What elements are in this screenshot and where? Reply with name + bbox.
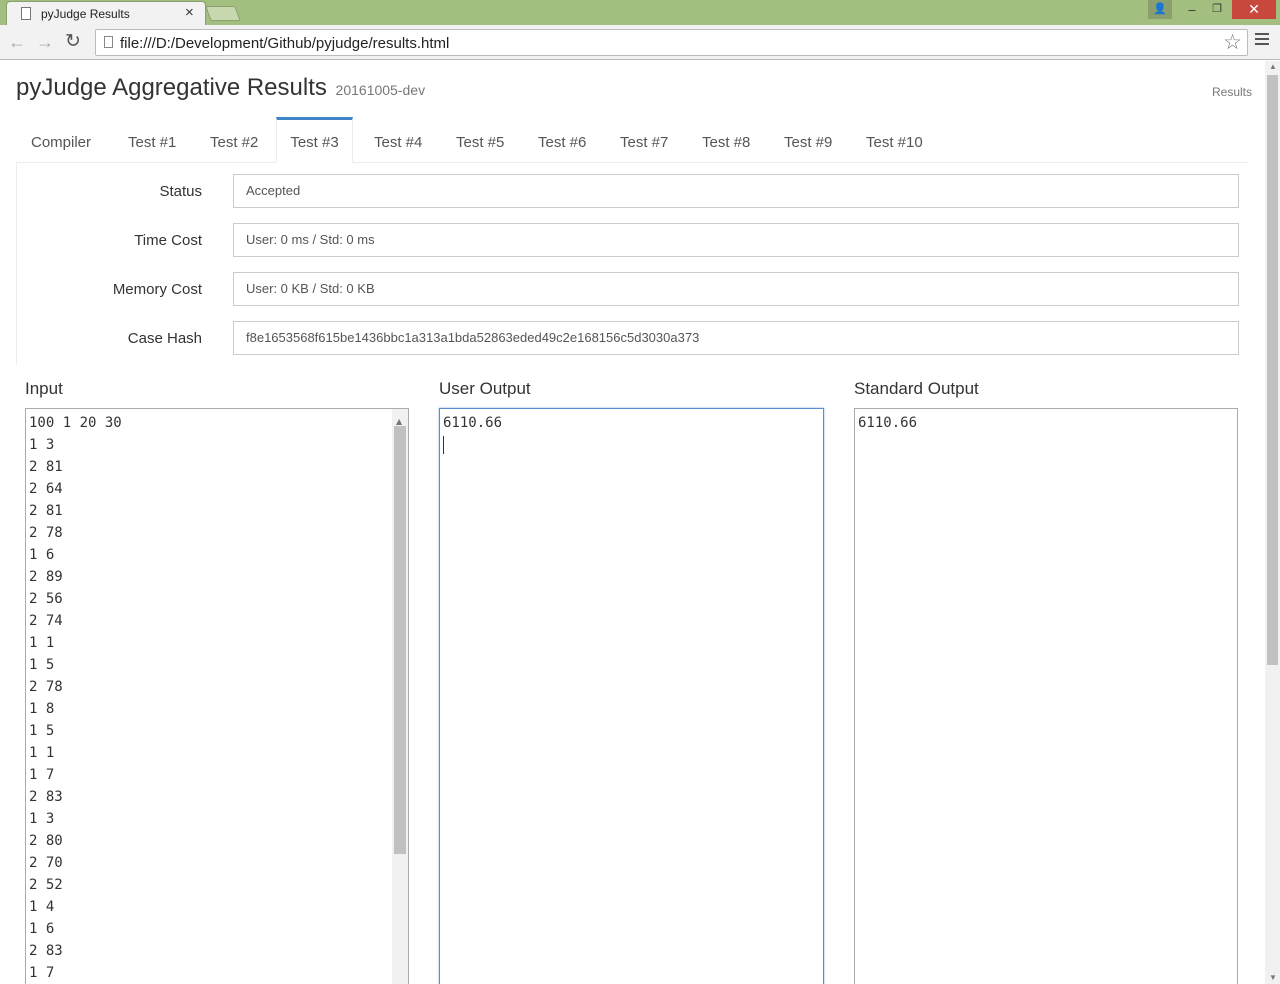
- tab-test-8[interactable]: Test #8: [702, 117, 772, 163]
- tab-test-6[interactable]: Test #6: [538, 117, 608, 163]
- input-line: 1 1: [29, 745, 55, 761]
- back-arrow-icon[interactable]: ←: [8, 32, 26, 53]
- memory-cost-label: Memory Cost: [112, 281, 202, 298]
- input-lines: 100 1 20 30 1 3 2 81 2 64 2 81 2 78 1 6 2 89 2 5…: [29, 412, 405, 984]
- input-line: 1 8: [29, 701, 55, 717]
- url-text[interactable]: file:///D:/Development/Github/pyjudge/re…: [120, 35, 449, 52]
- test-details-panel: Status Accepted Time Cost User: 0 ms / S…: [16, 163, 1248, 365]
- user-output-textarea[interactable]: 6110.66: [439, 408, 824, 984]
- browser-tab[interactable]: pyJudge Results ×: [6, 1, 206, 25]
- browser-menu-icon[interactable]: [1255, 33, 1269, 48]
- restore-icon[interactable]: ❐: [1205, 0, 1229, 19]
- case-hash-label: Case Hash: [127, 330, 202, 347]
- status-label: Status: [159, 183, 202, 200]
- input-line: 2 89: [29, 569, 63, 585]
- scroll-thumb[interactable]: [1267, 75, 1278, 665]
- input-line: 1 6: [29, 921, 55, 937]
- tab-close-icon[interactable]: ×: [185, 4, 194, 21]
- input-line: 2 70: [29, 855, 63, 871]
- input-line: 2 83: [29, 789, 63, 805]
- time-cost-label: Time Cost: [134, 232, 202, 249]
- input-scroll-thumb[interactable]: [394, 426, 406, 854]
- input-line: 2 78: [29, 679, 63, 695]
- tab-test-3[interactable]: Test #3: [276, 117, 353, 163]
- input-line: 2 78: [29, 525, 63, 541]
- input-line: 2 81: [29, 459, 63, 475]
- address-bar[interactable]: file:///D:/Development/Github/pyjudge/re…: [95, 29, 1248, 56]
- input-line: 2 52: [29, 877, 63, 893]
- input-line: 2 81: [29, 503, 63, 519]
- standard-output-textarea[interactable]: 6110.66: [854, 408, 1238, 984]
- close-window-icon[interactable]: ✕: [1232, 0, 1276, 19]
- standard-output-text: 6110.66: [858, 415, 918, 431]
- input-line: 2 64: [29, 481, 63, 497]
- user-output-text: 6110.66: [443, 415, 503, 431]
- input-scrollbar[interactable]: ▲: [392, 409, 408, 984]
- browser-toolbar: ← → ↻ file:///D:/Development/Github/pyju…: [0, 25, 1280, 60]
- version-label: 20161005-dev: [335, 82, 426, 98]
- page-title: pyJudge Aggregative Results 20161005-dev: [16, 74, 425, 102]
- input-line: 2 83: [29, 943, 63, 959]
- tab-test-10[interactable]: Test #10: [866, 117, 946, 163]
- user-output-title: User Output: [439, 379, 531, 398]
- browser-titlebar: pyJudge Results × 👤 ‒ ❐ ✕: [0, 0, 1280, 25]
- input-line: 1 7: [29, 965, 55, 981]
- tab-compiler[interactable]: Compiler: [31, 117, 111, 163]
- page-icon: [21, 7, 31, 20]
- input-line: 2 74: [29, 613, 63, 629]
- input-title: Input: [25, 379, 63, 398]
- page-title-text: pyJudge Aggregative Results: [16, 74, 327, 101]
- browser-tab-title: pyJudge Results: [41, 7, 130, 21]
- input-line: 2 56: [29, 591, 63, 607]
- input-line: 1 1: [29, 635, 55, 651]
- page-content: pyJudge Aggregative Results 20161005-dev…: [0, 61, 1265, 984]
- input-line: 1 4: [29, 899, 55, 915]
- tab-test-7[interactable]: Test #7: [620, 117, 690, 163]
- user-profile-icon[interactable]: 👤: [1148, 0, 1172, 19]
- file-icon: [104, 36, 113, 48]
- standard-output-title: Standard Output: [854, 379, 979, 398]
- tab-test-4[interactable]: Test #4: [374, 117, 444, 163]
- text-caret: [443, 436, 444, 454]
- input-textarea[interactable]: 100 1 20 30 1 3 2 81 2 64 2 81 2 78 1 6 2 89 2 5…: [25, 408, 409, 984]
- reload-icon[interactable]: ↻: [65, 30, 81, 53]
- tab-test-5[interactable]: Test #5: [456, 117, 526, 163]
- test-tabs: Compiler Test #1 Test #2 Test #3 Test #4…: [16, 117, 1248, 163]
- input-line: 1 3: [29, 811, 55, 827]
- scroll-up-icon[interactable]: ▲: [1269, 62, 1277, 71]
- input-line: 1 5: [29, 723, 55, 739]
- forward-arrow-icon[interactable]: →: [36, 32, 54, 53]
- scroll-down-icon[interactable]: ▼: [1269, 973, 1277, 982]
- tab-test-2[interactable]: Test #2: [210, 117, 280, 163]
- input-line: 1 3: [29, 437, 55, 453]
- status-field[interactable]: Accepted: [233, 174, 1239, 208]
- time-cost-field[interactable]: User: 0 ms / Std: 0 ms: [233, 223, 1239, 257]
- input-line: 1 5: [29, 657, 55, 673]
- bookmark-star-icon[interactable]: ☆: [1223, 30, 1242, 55]
- page-scrollbar[interactable]: ▲ ▼: [1265, 61, 1280, 984]
- memory-cost-field[interactable]: User: 0 KB / Std: 0 KB: [233, 272, 1239, 306]
- input-line: 2 80: [29, 833, 63, 849]
- results-link[interactable]: Results: [1212, 85, 1252, 99]
- input-line: 1 7: [29, 767, 55, 783]
- tab-test-1[interactable]: Test #1: [128, 117, 198, 163]
- new-tab-button[interactable]: [205, 6, 241, 21]
- tab-test-9[interactable]: Test #9: [784, 117, 854, 163]
- minimize-icon[interactable]: ‒: [1180, 0, 1204, 19]
- input-line: 100 1 20 30: [29, 415, 122, 431]
- input-line: 1 6: [29, 547, 55, 563]
- case-hash-field[interactable]: f8e1653568f615be1436bbc1a313a1bda52863ed…: [233, 321, 1239, 355]
